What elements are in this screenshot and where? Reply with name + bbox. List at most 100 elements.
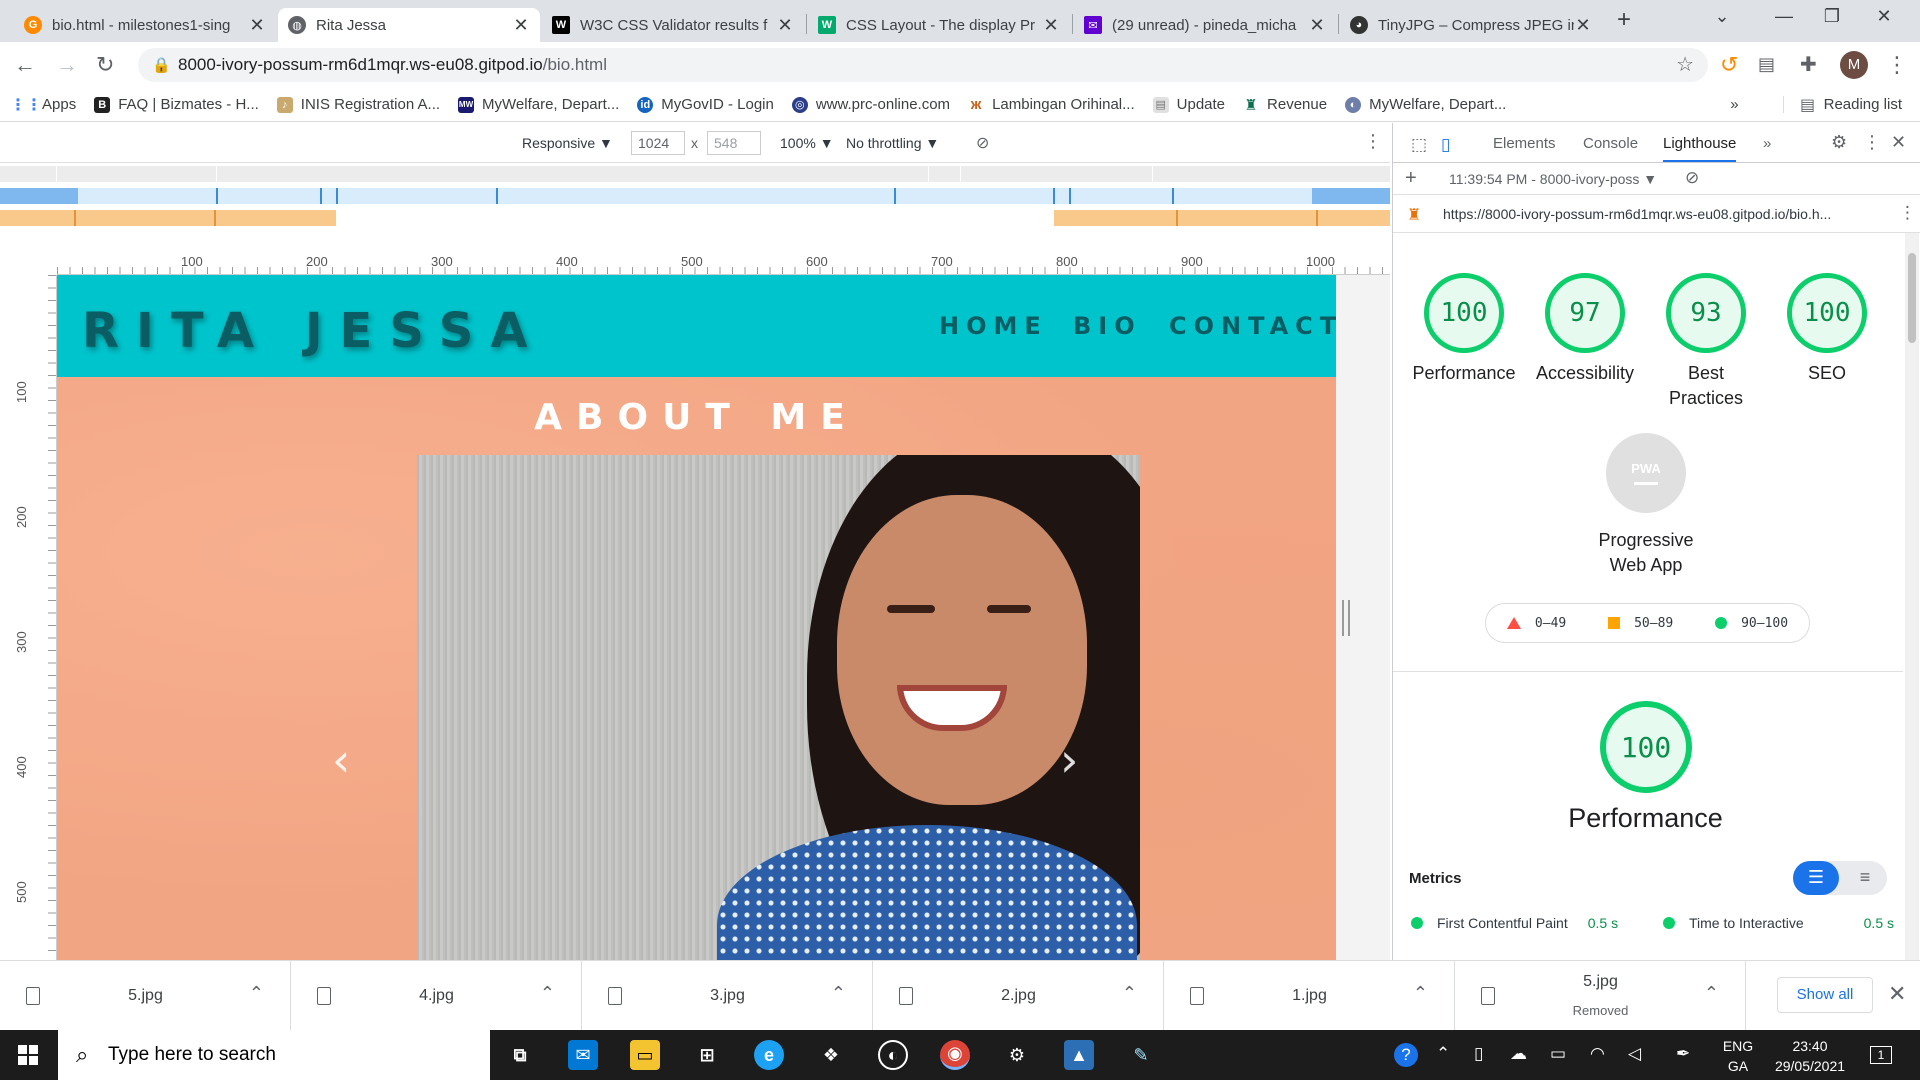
clear-reports-icon[interactable]: ⊘ <box>1685 168 1699 188</box>
bookmark-star-icon[interactable]: ☆ <box>1676 52 1694 77</box>
tab-w3schools[interactable]: W CSS Layout - The display Pr ✕ <box>808 8 1070 42</box>
new-tab-button[interactable]: + <box>1604 6 1644 34</box>
paint-icon[interactable]: ✎ <box>1126 1040 1156 1070</box>
device-toggle-icon[interactable]: ▯ <box>1441 135 1450 155</box>
bookmark-bizmates[interactable]: B FAQ | Bizmates - H... <box>94 96 259 113</box>
chevron-up-icon[interactable]: ⌃ <box>1436 1044 1450 1064</box>
file-explorer-icon[interactable]: ▭ <box>630 1040 660 1070</box>
edge-icon[interactable]: e <box>754 1040 784 1070</box>
back-arrow-icon[interactable]: ← <box>14 52 36 78</box>
bookmark-lambingan[interactable]: ж Lambingan Orihinal... <box>968 96 1135 113</box>
bookmark-mygovid[interactable]: id MyGovID - Login <box>637 96 774 113</box>
battery-icon[interactable]: ▭ <box>1550 1044 1566 1064</box>
settings-gear-icon[interactable]: ⚙ <box>1831 132 1847 153</box>
media-query-row-min[interactable] <box>0 210 1390 226</box>
reload-icon[interactable]: ↻ <box>96 52 114 78</box>
task-view-icon[interactable]: ⧉ <box>505 1040 535 1070</box>
download-item[interactable]: 3.jpg ⌃ <box>582 961 873 1031</box>
report-url[interactable]: https://8000-ivory-possum-rm6d1mqr.ws-eu… <box>1443 206 1831 222</box>
devtools-menu-icon[interactable]: ⋮ <box>1863 132 1881 153</box>
expanded-view-icon[interactable]: ≡ <box>1847 861 1883 895</box>
chrome-icon[interactable]: ◉ <box>940 1040 970 1070</box>
report-menu-icon[interactable]: ⋮ <box>1899 203 1916 223</box>
store-icon[interactable]: ⊞ <box>692 1040 722 1070</box>
tab-console[interactable]: Console <box>1583 135 1638 152</box>
restore-button[interactable]: ❐ <box>1812 6 1852 27</box>
download-item[interactable]: 1.jpg ⌃ <box>1164 961 1455 1031</box>
tab-search-icon[interactable]: ⌄ <box>1702 6 1742 27</box>
download-item[interactable]: 5.jpg ⌃ <box>0 961 291 1031</box>
devtools-scrollbar[interactable] <box>1905 233 1919 960</box>
close-tab-icon[interactable]: ✕ <box>776 15 794 36</box>
tab-tinyjpg[interactable]: ◕ TinyJPG – Compress JPEG in ✕ <box>1340 8 1602 42</box>
tab-yahoo-mail[interactable]: ✉ (29 unread) - pineda_micha ✕ <box>1074 8 1336 42</box>
download-item[interactable]: 2.jpg ⌃ <box>873 961 1164 1031</box>
reading-list-button[interactable]: ▤ Reading list <box>1782 96 1902 114</box>
viewport-height-input[interactable]: 548 <box>707 131 761 155</box>
tab-elements[interactable]: Elements <box>1493 135 1556 152</box>
volume-icon[interactable]: ◁ <box>1628 1044 1641 1064</box>
performance-main-gauge[interactable]: 100 <box>1600 701 1692 793</box>
chrome-menu-icon[interactable]: ⋮ <box>1886 52 1908 78</box>
app-circle-icon[interactable]: ◐ <box>878 1040 908 1070</box>
windows-start-icon[interactable] <box>18 1045 38 1065</box>
taskbar-search-box[interactable]: ⌕ Type here to search <box>58 1030 490 1080</box>
system-clock[interactable]: 23:40 29/05/2021 <box>1770 1036 1850 1076</box>
carousel-prev-icon[interactable]: ‹ <box>332 733 350 787</box>
gitpod-extension-icon[interactable]: ↺ <box>1720 52 1738 78</box>
photos-icon[interactable]: ▲ <box>1064 1040 1094 1070</box>
bookmark-update[interactable]: ▤ Update <box>1152 96 1225 113</box>
bookmarks-overflow[interactable]: » <box>1730 96 1738 113</box>
zoom-select[interactable]: 100% ▼ <box>780 135 834 151</box>
close-window-button[interactable]: ✕ <box>1864 6 1904 27</box>
close-tab-icon[interactable]: ✕ <box>1042 15 1060 36</box>
tab-w3c-validator[interactable]: W W3C CSS Validator results f ✕ <box>542 8 804 42</box>
dropbox-icon[interactable]: ❖ <box>816 1040 846 1070</box>
close-tab-icon[interactable]: ✕ <box>1574 15 1592 36</box>
bookmark-prc[interactable]: ◎ www.prc-online.com <box>791 96 950 113</box>
close-tab-icon[interactable]: ✕ <box>1308 15 1326 36</box>
bookmark-mywelfare-2[interactable]: ◐ MyWelfare, Depart... <box>1345 96 1506 113</box>
nav-home[interactable]: HOME <box>939 312 1048 340</box>
metrics-view-toggle[interactable]: ☰ ≡ <box>1793 861 1887 895</box>
forward-arrow-icon[interactable]: → <box>56 52 78 78</box>
media-query-row-range[interactable] <box>0 188 1390 204</box>
bookmark-mywelfare[interactable]: MW MyWelfare, Depart... <box>458 96 619 113</box>
more-tabs-icon[interactable]: » <box>1763 135 1771 152</box>
carousel-next-icon[interactable]: › <box>1060 733 1078 787</box>
device-icon[interactable]: ▯ <box>1474 1044 1483 1064</box>
pwa-badge-icon[interactable]: PWA <box>1606 433 1686 513</box>
settings-icon[interactable]: ⚙ <box>1002 1040 1032 1070</box>
download-item-removed[interactable]: 5.jpg Removed ⌃ <box>1455 961 1746 1031</box>
viewport-resize-handle[interactable] <box>1342 600 1350 636</box>
close-shelf-icon[interactable]: ✕ <box>1888 981 1906 1007</box>
nav-contact[interactable]: CONTACT <box>1169 312 1336 340</box>
gauge-performance[interactable]: 100 <box>1424 273 1504 353</box>
rotate-icon[interactable]: ⊘ <box>976 133 989 153</box>
site-brand[interactable]: RITA JESSA <box>82 303 544 359</box>
throttling-select[interactable]: No throttling ▼ <box>846 135 939 151</box>
compact-view-icon[interactable]: ☰ <box>1793 861 1839 895</box>
profile-avatar[interactable]: M <box>1840 51 1868 79</box>
viewport-width-input[interactable]: 1024 <box>631 131 685 155</box>
tab-gitpod[interactable]: G bio.html - milestones1-sing ✕ <box>14 8 276 42</box>
new-report-icon[interactable]: + <box>1405 167 1417 190</box>
lock-icon[interactable]: 🔒 <box>152 56 171 74</box>
gauge-best-practices[interactable]: 93 <box>1666 273 1746 353</box>
nav-bio[interactable]: BIO <box>1073 312 1142 340</box>
extension-page-icon[interactable]: ▤ <box>1758 54 1775 75</box>
wifi-icon[interactable]: ◠ <box>1590 1044 1605 1064</box>
download-item[interactable]: 4.jpg ⌃ <box>291 961 582 1031</box>
bookmark-revenue[interactable]: ♜ Revenue <box>1243 96 1327 114</box>
address-bar[interactable]: 🔒 8000-ivory-possum-rm6d1mqr.ws-eu08.git… <box>138 48 1708 82</box>
bookmark-inis[interactable]: ♪ INIS Registration A... <box>276 96 440 113</box>
report-selector[interactable]: 11:39:54 PM - 8000-ivory-poss ▼ <box>1449 171 1657 187</box>
bookmark-apps[interactable]: ⋮⋮ Apps <box>10 96 76 114</box>
tab-rita-jessa[interactable]: ◍ Rita Jessa ✕ <box>278 8 540 42</box>
device-mode-select[interactable]: Responsive ▼ <box>522 135 613 151</box>
show-all-downloads-button[interactable]: Show all <box>1777 977 1873 1013</box>
inspect-element-icon[interactable]: ⬚ <box>1411 135 1427 155</box>
minimize-button[interactable]: — <box>1764 6 1804 27</box>
puzzle-extensions-icon[interactable]: ✚ <box>1800 52 1817 77</box>
gauge-accessibility[interactable]: 97 <box>1545 273 1625 353</box>
